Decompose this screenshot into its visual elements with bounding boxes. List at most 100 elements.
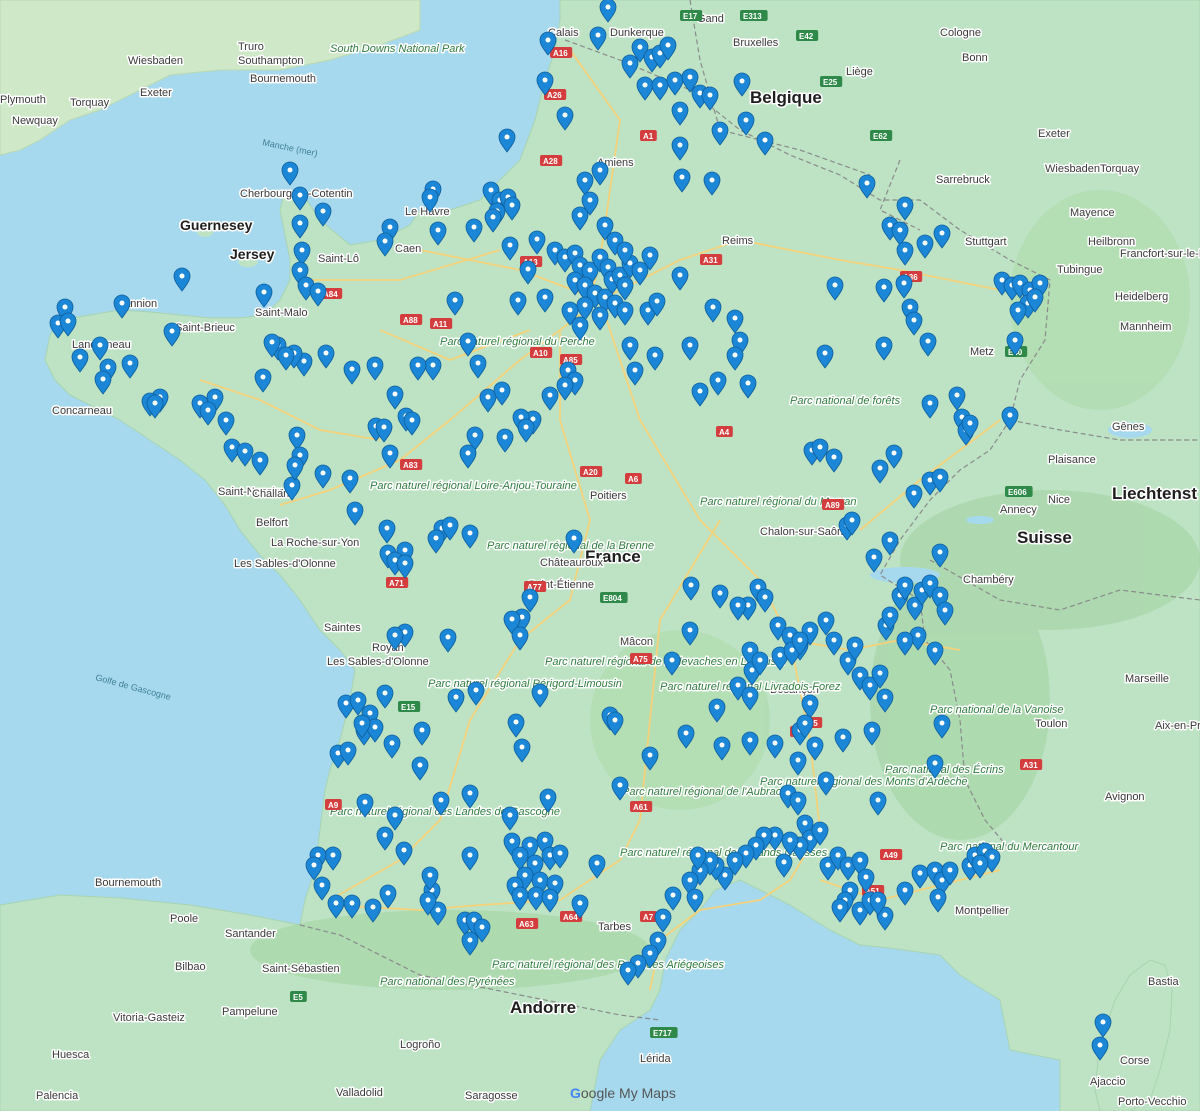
- city-label: Chalon-sur-Saône: [760, 526, 849, 538]
- svg-text:E17: E17: [683, 12, 698, 21]
- city-label: Wiesbaden: [1045, 163, 1100, 175]
- city-label: Liège: [846, 66, 873, 78]
- city-label: Sarrebruck: [936, 174, 990, 186]
- svg-text:E15: E15: [401, 703, 416, 712]
- city-label: Exeter: [140, 87, 172, 99]
- svg-text:A75: A75: [633, 655, 648, 664]
- road-shield: A4: [716, 426, 733, 437]
- svg-text:E5: E5: [293, 993, 303, 1002]
- city-label: Marseille: [1125, 673, 1169, 685]
- city-label: Gênes: [1112, 421, 1145, 433]
- road-shield: E25: [820, 76, 843, 87]
- city-label: Mannheim: [1120, 321, 1171, 333]
- road-shield: A83: [400, 459, 423, 470]
- country-label-belgium: Belgique: [750, 88, 822, 107]
- road-shield: A88: [400, 314, 423, 325]
- road-shield: E5: [290, 991, 307, 1002]
- city-label: Huesca: [52, 1049, 90, 1061]
- city-label: Bruxelles: [733, 37, 779, 49]
- road-shield: A7: [640, 911, 657, 922]
- svg-text:A61: A61: [633, 803, 648, 812]
- park-label: Parc national de la Vanoise: [930, 704, 1064, 716]
- road-shield: E804: [600, 592, 628, 603]
- country-label-switzerland: Suisse: [1017, 528, 1072, 547]
- city-label: Francfort-sur-le-Main: [1120, 248, 1200, 260]
- city-label: Ajaccio: [1090, 1076, 1125, 1088]
- svg-text:E606: E606: [1008, 488, 1027, 497]
- svg-text:A10: A10: [533, 349, 548, 358]
- road-shield: A31: [700, 254, 723, 265]
- city-label: Stuttgart: [965, 236, 1007, 248]
- city-label: Caen: [395, 243, 421, 255]
- park-label: Parc national de forêts: [790, 395, 901, 407]
- city-label: Saint-Lô: [318, 253, 359, 265]
- park-label: Parc naturel régional des Pyrénées Ariég…: [492, 959, 724, 971]
- svg-text:A26: A26: [547, 91, 562, 100]
- park-label: Parc national des Écrins: [885, 763, 1004, 776]
- road-shield: E62: [870, 130, 893, 141]
- city-label: Tarbes: [598, 921, 632, 933]
- road-shield: A89: [822, 499, 845, 510]
- city-label: Newquay: [12, 115, 58, 127]
- city-label: Bonn: [962, 52, 988, 64]
- svg-text:A20: A20: [583, 468, 598, 477]
- island-label-guernsey: Guernesey: [180, 217, 253, 233]
- city-label: Heilbronn: [1088, 236, 1135, 248]
- city-label: Avignon: [1105, 791, 1145, 803]
- city-label: Plymouth: [0, 94, 46, 106]
- road-shield: E15: [398, 701, 421, 712]
- city-label: Saint-Brieuc: [175, 322, 235, 334]
- city-label: Saint-Sébastien: [262, 963, 340, 975]
- svg-text:A71: A71: [389, 579, 404, 588]
- city-label: Pampelune: [222, 1006, 278, 1018]
- city-label: Bastia: [1148, 976, 1179, 988]
- park-label: Parc naturel régional Périgord-Limousin: [428, 678, 622, 690]
- city-label: Santander: [225, 928, 276, 940]
- park-label: Parc national du Mercantour: [940, 841, 1080, 853]
- road-shield: A31: [1020, 759, 1043, 770]
- city-label: Torquay: [70, 97, 110, 109]
- road-shield: E42: [796, 30, 819, 41]
- svg-text:A9: A9: [328, 801, 339, 810]
- map-canvas[interactable]: France Belgique Suisse Liechtenst Andorr…: [0, 0, 1200, 1111]
- city-label: Nice: [1048, 494, 1070, 506]
- city-label: Porto-Vecchio: [1118, 1096, 1186, 1108]
- city-label: Dunkerque: [610, 27, 664, 39]
- svg-text:A63: A63: [519, 920, 534, 929]
- svg-text:A88: A88: [403, 316, 418, 325]
- city-label: Logroño: [400, 1039, 440, 1051]
- svg-text:A28: A28: [543, 157, 558, 166]
- country-label-liechtenstein: Liechtenst: [1112, 484, 1197, 503]
- svg-text:E25: E25: [823, 78, 838, 87]
- road-shield: A75: [630, 653, 653, 664]
- city-label: Exeter: [1038, 128, 1070, 140]
- city-label: Palencia: [36, 1090, 79, 1102]
- city-label: Toulon: [1035, 718, 1067, 730]
- road-shield: A11: [430, 318, 453, 329]
- svg-text:A16: A16: [553, 49, 568, 58]
- city-label: La Roche-sur-Yon: [271, 537, 359, 549]
- road-shield: E717: [650, 1027, 678, 1038]
- svg-text:A7: A7: [643, 913, 654, 922]
- svg-text:A89: A89: [825, 501, 840, 510]
- city-label: Reims: [722, 235, 754, 247]
- city-label: Valladolid: [336, 1087, 383, 1099]
- svg-text:A11: A11: [433, 320, 448, 329]
- city-label: Tubingue: [1057, 264, 1102, 276]
- city-label: Vitoria-Gasteiz: [113, 1012, 185, 1024]
- road-shield: A71: [386, 577, 409, 588]
- road-shield: E606: [1005, 486, 1033, 497]
- city-label: Bournemouth: [95, 877, 161, 889]
- svg-text:E62: E62: [873, 132, 888, 141]
- city-label: Southampton: [238, 55, 303, 67]
- city-label: Corse: [1120, 1055, 1149, 1067]
- park-label: Parc naturel régional Loire-Anjou-Tourai…: [370, 480, 577, 492]
- city-label: Metz: [970, 346, 994, 358]
- svg-text:A49: A49: [883, 851, 898, 860]
- road-shield: A49: [880, 849, 903, 860]
- city-label: Cologne: [940, 27, 981, 39]
- city-label: Bournemouth: [250, 73, 316, 85]
- city-label: Annecy: [1000, 504, 1037, 516]
- city-label: Mâcon: [620, 636, 653, 648]
- park-label: Parc naturel régional de l'Aubrac: [622, 786, 782, 798]
